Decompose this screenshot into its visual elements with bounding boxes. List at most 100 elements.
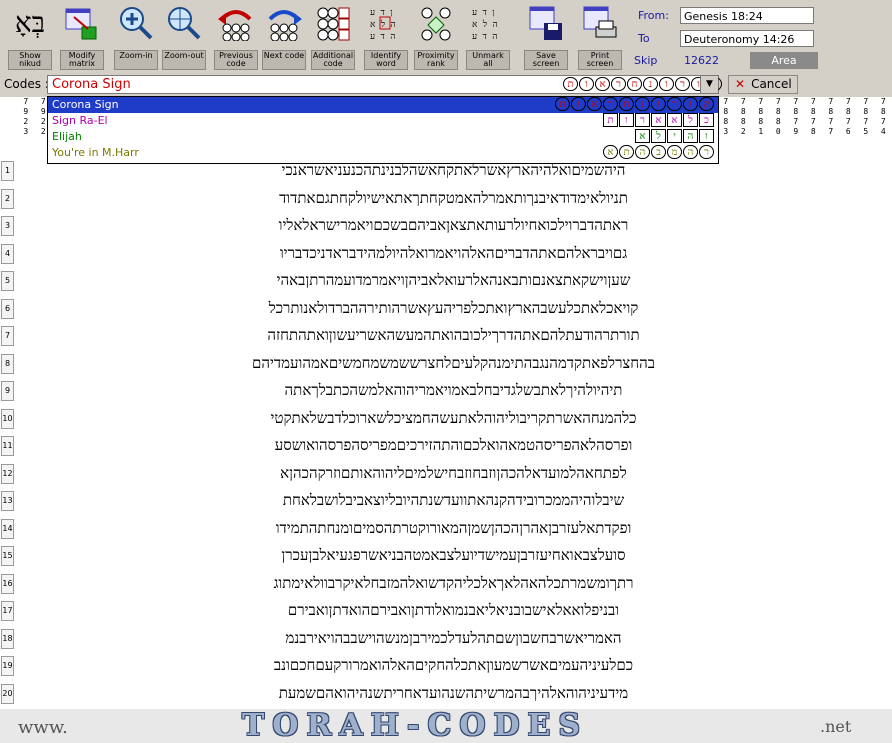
code-letter: ל: [651, 129, 666, 143]
row-number: 15: [1, 546, 14, 566]
row-number: 14: [1, 518, 14, 539]
modify-matrix-button[interactable]: Modify matrix: [60, 0, 104, 72]
additional-code-button[interactable]: Additional code: [311, 0, 355, 72]
zoom-out-icon: [168, 7, 201, 40]
codes-option-sequence: אתהבמהר: [603, 145, 715, 159]
column-header: 7 8 7 6: [845, 97, 851, 136]
codes-select[interactable]: Corona Sign תוארחנורוק ▼: [47, 75, 722, 94]
skip-label: Skip: [634, 54, 658, 67]
column-header: 7 8 7 4: [880, 97, 886, 136]
matrix-row: ופקדתאלעזרבןאהרןהכהןשמןהמאורוקטרתהסמיםומ…: [275, 518, 632, 537]
chevron-down-icon[interactable]: ▼: [700, 76, 718, 93]
skip-value: 12622: [684, 54, 719, 67]
code-letter: נ: [635, 97, 650, 111]
save-screen-button[interactable]: Save screen: [524, 0, 568, 72]
svg-text:ה ד ע: ה ד ע: [370, 32, 395, 41]
matrix-row: בהחצרלפאתקדמהנגבהתימנהקלעיםלחצרששמשמחמשי…: [251, 353, 656, 372]
row-number: 13: [1, 491, 14, 511]
codes-label: Codes :: [4, 77, 49, 91]
code-letter: ה: [683, 145, 698, 159]
row-number: 3: [1, 216, 14, 236]
svg-text:ה ד ע: ה ד ע: [472, 32, 497, 41]
previous-code-icon: [218, 10, 252, 41]
codes-option-label: Corona Sign: [52, 98, 119, 111]
codes-option-sequence: אליהו: [635, 129, 715, 143]
matrix-row: כלהמנחהאשרתקריבוליהוהלאתעשהחמציכלשארוכלד…: [270, 408, 637, 427]
codes-option[interactable]: Corona Sign ת ו א ר ח נ ו ר ו ק: [48, 97, 718, 113]
matrix-row: תיהיולהיךלאתבשלגדיבחלבאמויאמריהוהאלמשהכת…: [284, 381, 623, 399]
identify-word-button[interactable]: ן ד עה ל אה ד ע Identify word: [364, 0, 408, 72]
code-letter: א: [595, 77, 610, 91]
code-letter: ר: [603, 97, 618, 111]
code-letter: א: [667, 113, 682, 127]
code-letter: ת: [555, 97, 570, 111]
code-letter: א: [587, 97, 602, 111]
code-letter: ו: [579, 77, 594, 91]
additional-code-icon: [317, 7, 350, 41]
code-letter: א: [635, 129, 650, 143]
code-letter: ו: [699, 129, 714, 143]
codes-option-label: Elijah: [52, 130, 82, 143]
column-header: 7 8 8 0: [775, 97, 781, 136]
code-letter: ת: [619, 145, 634, 159]
proximity-rank-icon: [421, 7, 451, 41]
unmark-icon: ן ד עה ל א ה ד ע: [472, 8, 498, 41]
show-nikud-button[interactable]: בְּאָ Show nikud: [8, 0, 52, 72]
previous-code-button[interactable]: Previous code: [214, 0, 258, 72]
proximity-rank-button[interactable]: Proximity rank: [414, 0, 458, 72]
letter-matrix: 7 9 2 37 9 2 27 9 2 17 9 2 07 9 1 97 9 1…: [0, 97, 892, 709]
matrix-row: רתךומשמרתכלהאהלאךאלכליהקדשואלהמזבחלאיקרב…: [273, 573, 634, 592]
codes-option-label: You're in M.Harr: [52, 146, 139, 159]
codes-selected-value: Corona Sign: [52, 77, 131, 92]
row-number: 18: [1, 628, 14, 649]
matrix-row: ופרסהלאהפריסהטמאהואלכםוהתהזירכיםמפריסהפר…: [274, 436, 633, 454]
row-number: 2: [1, 188, 14, 209]
cancel-button[interactable]: ✕ Cancel: [728, 75, 798, 94]
matrix-row: לפתחאהלמועדאלהכהןוזבחוזבחישלמיםליהוהאותם…: [280, 463, 627, 482]
row-number: 19: [1, 656, 14, 676]
zoom-in-icon: [120, 7, 153, 40]
print-screen-button[interactable]: Print screen: [578, 0, 622, 72]
row-number: 11: [1, 436, 14, 456]
codes-option[interactable]: You're in M.Harr א ת ה ב מ ה ר: [48, 145, 718, 161]
matrix-row: שיבלוהיהממכרובידהקנהאתוועדשנתהיובליוצאבי…: [282, 491, 625, 509]
matrix-row: תניולאימדודאיבנךותאמרלהאמטקחתךאתאישיולקח…: [279, 188, 628, 207]
matrix-row: מידעיניהוהאלהיךבהמרשיתהשנהועדאחריתשנהיהו…: [278, 683, 629, 702]
next-code-button[interactable]: Next code: [262, 0, 306, 72]
matrix-row: האמריאשרבחשבוןשםתהלעדלכמירבןמנשהוישבבהוי…: [285, 628, 622, 647]
zoom-out-button[interactable]: Zoom-out: [162, 0, 206, 72]
row-number: 10: [1, 408, 14, 429]
codes-option[interactable]: Sign Ra-El ת ו ר א א ל כ: [48, 113, 718, 129]
banner-suffix: .net: [820, 717, 852, 736]
row-number: 12: [1, 463, 14, 484]
codes-option[interactable]: Elijah א ל י ה ו: [48, 129, 718, 145]
column-header: 7 9 2 3: [23, 97, 29, 136]
row-number: 17: [1, 601, 14, 621]
unmark-all-button[interactable]: ן ד עה ל אה ד ע Unmark all: [466, 0, 510, 72]
code-letter: ו: [683, 97, 698, 111]
to-field[interactable]: Deuteronomy 14:26: [680, 30, 814, 47]
svg-text:ן ד ע: ן ד ע: [472, 8, 495, 18]
zoom-in-button[interactable]: Zoom-in: [114, 0, 158, 72]
code-letter: ת: [603, 113, 618, 127]
banner-logo: TORAH-CODES: [241, 708, 589, 743]
code-letter: כ: [699, 113, 714, 127]
matrix-row: גםויבראלהםאתהדבריםהאלהויאמרואלהיולמהידבר…: [279, 243, 628, 262]
code-letter: ר: [635, 113, 650, 127]
code-letter: ו: [571, 97, 586, 111]
next-code-icon: [268, 10, 302, 41]
codes-dropdown-list: Corona Sign ת ו א ר ח נ ו ר ו ק Sign Ra-El ת ו ר א א ל כ El…: [47, 96, 719, 164]
from-field[interactable]: Genesis 18:24: [680, 7, 814, 24]
code-letter: ה: [635, 145, 650, 159]
code-letter: א: [651, 113, 666, 127]
print-icon: [583, 6, 617, 38]
matrix-row: קויאכלאתכלעשבהארץואתכלפריהעץאשרהותירההבר…: [268, 298, 639, 317]
area-button[interactable]: Area: [750, 52, 818, 69]
matrix-row: שעןוישקאתצאנםותבאנהאלרעואלאביהןויאמרמדוע…: [276, 271, 631, 289]
verse-range: From: Genesis 18:24 To Deuteronomy 14:26: [632, 7, 822, 55]
code-letter: ר: [611, 77, 626, 91]
code-letter: מ: [667, 145, 682, 159]
column-header: 7 8 7 8: [810, 97, 816, 136]
code-letter: ר: [667, 97, 682, 111]
row-number: 8: [1, 353, 14, 374]
